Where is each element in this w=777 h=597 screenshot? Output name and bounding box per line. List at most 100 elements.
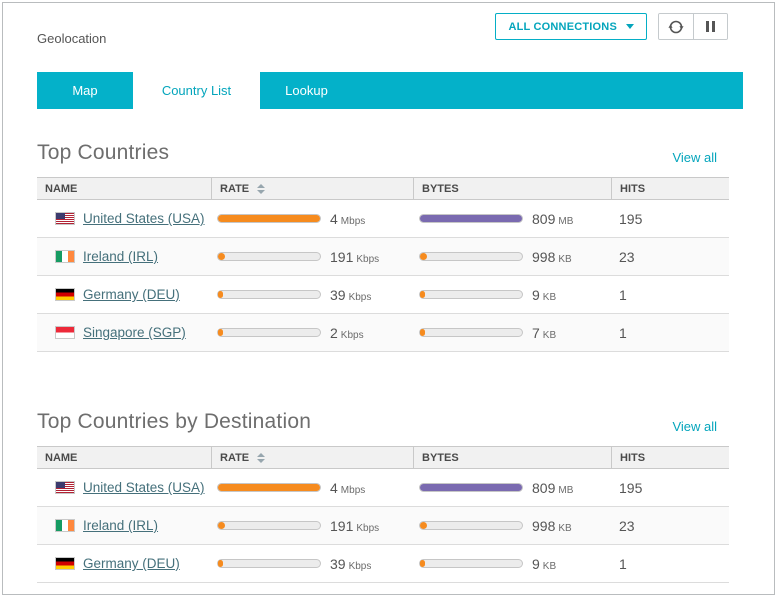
table-row: Ireland (IRL) 191Kbps 998KB 23	[37, 507, 729, 545]
all-connections-button[interactable]: ALL CONNECTIONS	[495, 13, 647, 40]
flag-germany-icon	[55, 557, 75, 570]
section-header-top-countries-destination: Top Countries by Destination View all	[37, 410, 729, 434]
column-header-hits: HITS	[611, 447, 729, 468]
view-all-link[interactable]: View all	[672, 150, 729, 165]
flag-usa-icon	[55, 481, 75, 494]
rate-bar-fill	[218, 215, 320, 222]
bytes-cell: 7KB	[413, 325, 611, 341]
bytes-bar-fill	[420, 522, 427, 529]
rate-cell: 39Kbps	[211, 556, 413, 572]
column-header-rate[interactable]: RATE	[211, 447, 413, 468]
bytes-cell: 9KB	[413, 556, 611, 572]
name-cell: Germany (DEU)	[37, 556, 211, 571]
header-controls: ALL CONNECTIONS	[495, 13, 728, 40]
rate-unit: Kbps	[349, 292, 372, 303]
column-header-bytes: BYTES	[413, 447, 611, 468]
rate-cell: 2Kbps	[211, 325, 413, 341]
bytes-bar-fill	[420, 253, 427, 260]
sort-icon[interactable]	[257, 453, 265, 463]
flag-ireland-icon	[55, 519, 75, 532]
rate-bar-track	[217, 559, 321, 568]
country-link[interactable]: Singapore (SGP)	[83, 325, 186, 340]
country-link[interactable]: Ireland (IRL)	[83, 518, 158, 533]
rate-bar-fill	[218, 484, 320, 491]
bytes-cell: 809MB	[413, 480, 611, 496]
rate-value: 2Kbps	[330, 325, 364, 341]
column-header-rate-label: RATE	[220, 183, 249, 195]
bytes-unit: KB	[543, 330, 556, 341]
rate-value: 39Kbps	[330, 287, 371, 303]
name-cell: Ireland (IRL)	[37, 249, 211, 264]
rate-value: 191Kbps	[330, 518, 379, 534]
rate-unit: Mbps	[341, 216, 365, 227]
bytes-number: 809	[532, 480, 555, 496]
rate-bar-track	[217, 328, 321, 337]
pause-icon	[706, 21, 715, 32]
bytes-unit: KB	[558, 523, 571, 534]
bytes-value: 998KB	[532, 249, 572, 265]
all-connections-label: ALL CONNECTIONS	[508, 21, 617, 33]
hits-cell: 1	[611, 556, 729, 572]
chevron-down-icon	[626, 24, 634, 29]
bytes-value: 998KB	[532, 518, 572, 534]
rate-number: 39	[330, 287, 346, 303]
country-link[interactable]: Ireland (IRL)	[83, 249, 158, 264]
name-cell: Ireland (IRL)	[37, 518, 211, 533]
country-link[interactable]: Germany (DEU)	[83, 556, 180, 571]
rate-number: 191	[330, 249, 353, 265]
bytes-unit: KB	[543, 292, 556, 303]
country-link[interactable]: United States (USA)	[83, 480, 205, 495]
tab-map[interactable]: Map	[37, 72, 133, 109]
country-link[interactable]: Germany (DEU)	[83, 287, 180, 302]
hits-cell: 23	[611, 518, 729, 534]
hits-cell: 1	[611, 287, 729, 303]
top-countries-table: NAME RATE BYTES HITS United States (USA)	[37, 177, 729, 352]
bytes-bar-track	[419, 214, 523, 223]
section-title: Top Countries	[37, 141, 169, 165]
column-header-bytes: BYTES	[413, 178, 611, 199]
rate-bar-track	[217, 214, 321, 223]
flag-usa-icon	[55, 212, 75, 225]
pause-button[interactable]	[693, 14, 727, 39]
rate-unit: Kbps	[349, 561, 372, 572]
bytes-cell: 998KB	[413, 249, 611, 265]
section-header-top-countries: Top Countries View all	[37, 141, 729, 165]
sort-icon[interactable]	[257, 184, 265, 194]
rate-bar-fill	[218, 560, 223, 567]
bytes-number: 998	[532, 518, 555, 534]
column-header-rate-label: RATE	[220, 452, 249, 464]
bytes-bar-track	[419, 483, 523, 492]
column-header-hits: HITS	[611, 178, 729, 199]
tab-country-list[interactable]: Country List	[133, 72, 260, 109]
bytes-value: 809MB	[532, 480, 573, 496]
rate-cell: 4Mbps	[211, 211, 413, 227]
bytes-bar-track	[419, 559, 523, 568]
rate-number: 39	[330, 556, 346, 572]
rate-value: 4Mbps	[330, 480, 365, 496]
name-cell: United States (USA)	[37, 480, 211, 495]
table-header-row: NAME RATE BYTES HITS	[37, 177, 729, 200]
rate-unit: Kbps	[356, 254, 379, 265]
hits-cell: 23	[611, 249, 729, 265]
country-link[interactable]: United States (USA)	[83, 211, 205, 226]
view-all-link[interactable]: View all	[672, 419, 729, 434]
rate-value: 4Mbps	[330, 211, 365, 227]
rate-cell: 191Kbps	[211, 249, 413, 265]
rate-unit: Kbps	[341, 330, 364, 341]
column-header-name: NAME	[37, 447, 211, 468]
name-cell: Germany (DEU)	[37, 287, 211, 302]
refresh-button[interactable]	[659, 14, 693, 39]
rate-bar-fill	[218, 522, 225, 529]
name-cell: United States (USA)	[37, 211, 211, 226]
column-header-rate[interactable]: RATE	[211, 178, 413, 199]
table-row: United States (USA) 4Mbps 809MB 195	[37, 469, 729, 507]
bytes-number: 9	[532, 556, 540, 572]
bytes-bar-track	[419, 290, 523, 299]
bytes-unit: MB	[558, 485, 573, 496]
tab-lookup[interactable]: Lookup	[260, 72, 353, 109]
rate-unit: Mbps	[341, 485, 365, 496]
rate-cell: 191Kbps	[211, 518, 413, 534]
refresh-icon	[668, 19, 684, 35]
bytes-bar-fill	[420, 560, 425, 567]
bytes-value: 9KB	[532, 287, 556, 303]
